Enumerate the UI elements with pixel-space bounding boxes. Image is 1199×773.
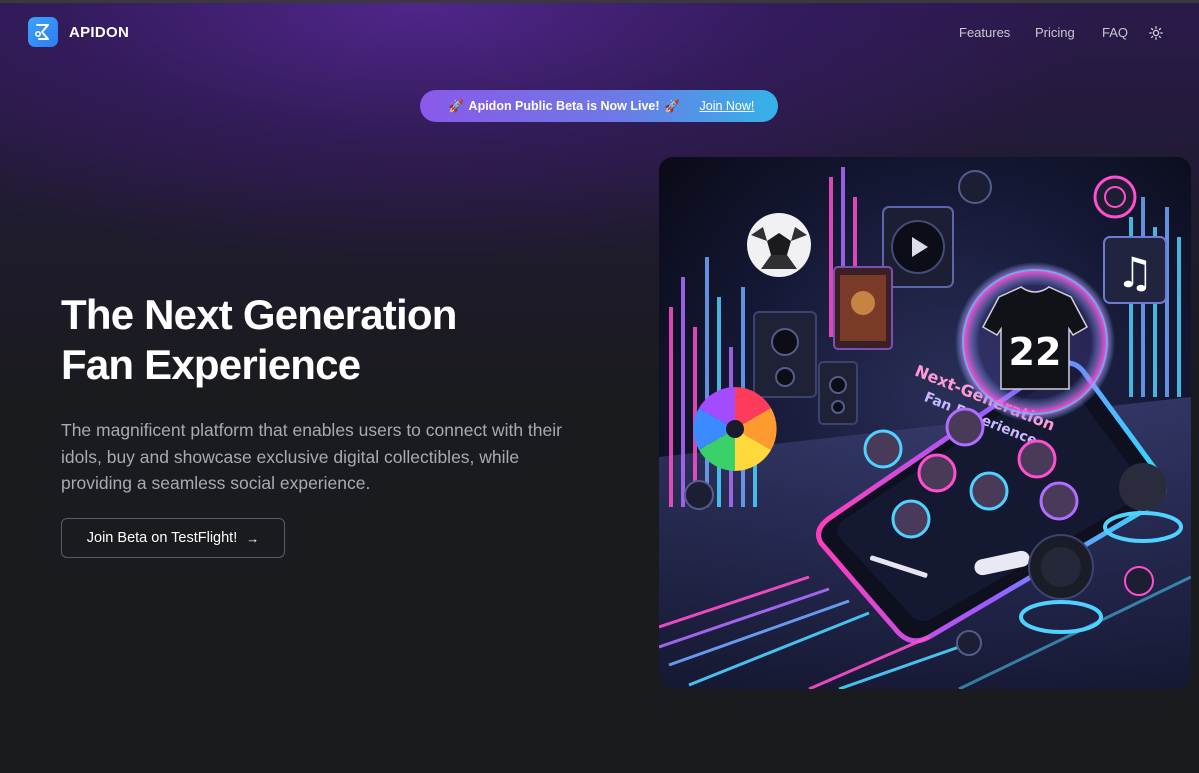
hero-title: The Next Generation Fan Experience (61, 290, 581, 390)
hero-title-line-2: Fan Experience (61, 341, 361, 388)
nav-link-faq[interactable]: FAQ (1102, 25, 1128, 40)
jersey-number: 22 (1009, 330, 1062, 374)
banner-message: Apidon Public Beta is Now Live! (468, 99, 660, 113)
join-beta-label: Join Beta on TestFlight! (86, 530, 238, 546)
svg-text:♫: ♫ (1116, 248, 1154, 297)
announcement-banner: 🚀 Apidon Public Beta is Now Live! 🚀 Join… (420, 90, 778, 122)
apidon-logo-icon[interactable] (28, 17, 58, 47)
hero-illustration-svg: ♫ Next-Generation Fan Experience (659, 157, 1191, 689)
sun-icon[interactable] (1149, 26, 1163, 40)
rocket-icon: 🚀 (448, 99, 464, 113)
rocket-icon: 🚀 (664, 99, 680, 113)
banner-join-link[interactable]: Join Now! (700, 99, 755, 113)
brand-name[interactable]: APIDON (69, 24, 129, 41)
hero-illustration: ♫ Next-Generation Fan Experience (659, 157, 1191, 689)
arrow-right-icon: → (246, 530, 260, 546)
hero-description: The magnificent platform that enables us… (61, 420, 562, 493)
top-navigation: APIDON Features Pricing FAQ (0, 3, 1199, 63)
hero-title-line-1: The Next Generation (61, 291, 457, 338)
nav-link-features[interactable]: Features (959, 25, 1010, 40)
join-beta-button[interactable]: Join Beta on TestFlight! → (61, 518, 285, 558)
nav-link-pricing[interactable]: Pricing (1035, 25, 1075, 40)
